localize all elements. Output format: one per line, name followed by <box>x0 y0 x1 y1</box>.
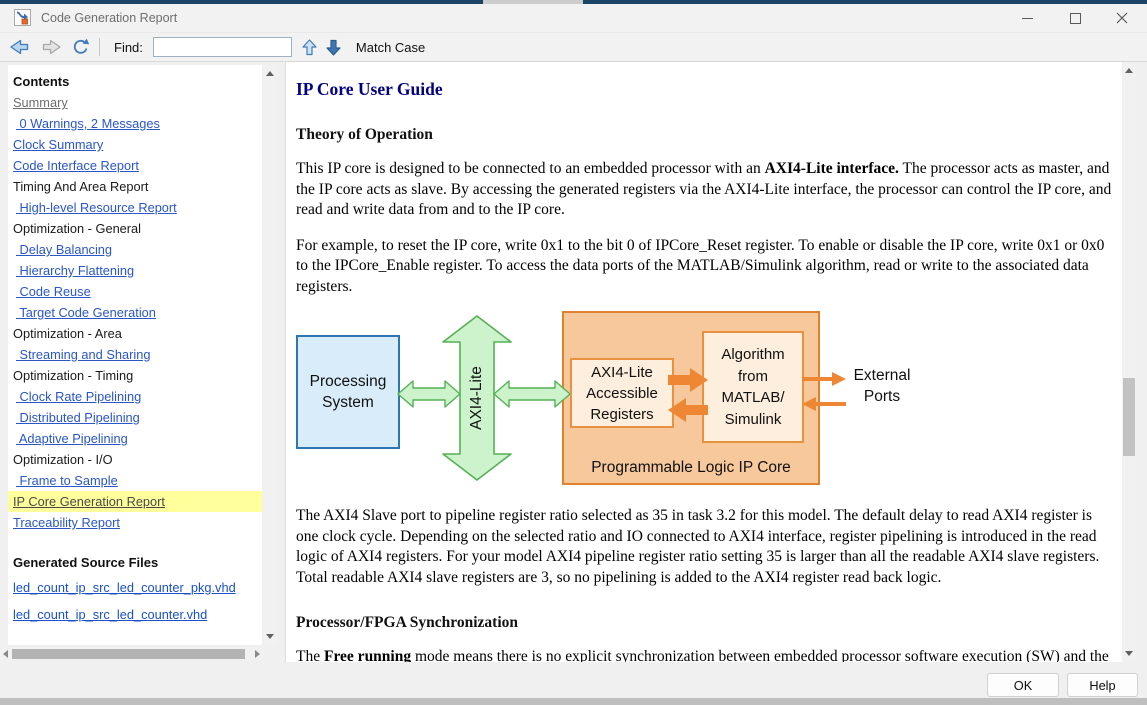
sidebar-horizontal-scrollbar[interactable] <box>0 647 263 661</box>
scroll-down-icon[interactable] <box>1125 651 1133 656</box>
paragraph: The Free running mode means there is no … <box>296 647 1114 662</box>
sidebar-files-list: led_count_ip_src_led_counter_pkg.vhdled_… <box>8 574 262 628</box>
horizontal-scroll-thumb[interactable] <box>12 649 245 659</box>
paragraph: For example, to reset the IP core, write… <box>296 236 1114 298</box>
sidebar-section-optimization-area: Optimization - Area <box>8 323 262 344</box>
scroll-up-icon[interactable] <box>1125 68 1133 73</box>
alg-to-reg-arrow <box>668 398 708 422</box>
axi4-lite-bus-label: AXI4-Lite <box>468 366 486 430</box>
find-previous-icon <box>301 38 318 57</box>
refresh-button[interactable] <box>71 38 91 56</box>
section-heading-theory: Theory of Operation <box>296 126 1114 144</box>
processing-system-box: Processing System <box>296 335 400 449</box>
external-in-arrow <box>802 397 846 411</box>
sidebar-item-adaptive-pipelining[interactable]: Adaptive Pipelining <box>8 428 262 449</box>
find-next-icon <box>325 38 342 57</box>
sidebar-item-distributed-pipelining[interactable]: Distributed Pipelining <box>8 407 262 428</box>
sidebar-item-streaming-and-sharing[interactable]: Streaming and Sharing <box>8 344 262 365</box>
help-button[interactable]: Help <box>1067 673 1138 697</box>
scroll-left-icon[interactable] <box>3 650 8 658</box>
find-previous-button[interactable] <box>301 38 318 57</box>
sidebar-item-traceability-report[interactable]: Traceability Report <box>8 512 262 533</box>
title-bar: Code Generation Report <box>0 4 1147 32</box>
external-out-arrow <box>802 372 846 386</box>
window-title: Code Generation Report <box>41 11 177 25</box>
back-icon <box>8 38 30 56</box>
refresh-icon <box>71 38 91 56</box>
contents-title: Contents <box>8 65 262 92</box>
axi-link-arrow-right <box>493 380 571 408</box>
paragraph: The AXI4 Slave port to pipeline register… <box>296 506 1114 588</box>
maximize-button[interactable] <box>1052 4 1098 32</box>
sidebar-item-clock-rate-pipelining[interactable]: Clock Rate Pipelining <box>8 386 262 407</box>
sidebar-item-0-warnings-2-messages[interactable]: 0 Warnings, 2 Messages <box>8 113 262 134</box>
content-vertical-scrollbar[interactable] <box>1122 62 1136 662</box>
close-icon <box>1116 12 1128 24</box>
sidebar-item-clock-summary[interactable]: Clock Summary <box>8 134 262 155</box>
find-next-button[interactable] <box>325 38 342 57</box>
sidebar-item-ip-core-generation-report[interactable]: IP Core Generation Report <box>8 491 262 512</box>
find-label: Find: <box>114 40 143 55</box>
sidebar-item-hierarchy-flattening[interactable]: Hierarchy Flattening <box>8 260 262 281</box>
toolbar-separator <box>99 38 100 56</box>
find-toolbar: Find: Match Case <box>0 32 1147 62</box>
forward-button[interactable] <box>41 38 63 56</box>
sidebar-contents-list: Summary 0 Warnings, 2 MessagesClock Summ… <box>8 92 262 533</box>
sidebar-vertical-scrollbar[interactable] <box>263 65 277 645</box>
sidebar-item-delay-balancing[interactable]: Delay Balancing <box>8 239 262 260</box>
scroll-down-icon[interactable] <box>266 634 274 639</box>
axi4-registers-box: AXI4-Lite Accessible Registers <box>570 358 674 428</box>
sidebar-section-optimization-i-o: Optimization - I/O <box>8 449 262 470</box>
generated-source-files-title: Generated Source Files <box>8 533 262 574</box>
vertical-scroll-thumb[interactable] <box>1123 378 1135 456</box>
external-ports-label: External Ports <box>844 365 920 407</box>
generated-file-link[interactable]: led_count_ip_src_led_counter.vhd <box>8 601 262 628</box>
sidebar-section-timing-and-area-report: Timing And Area Report <box>8 176 262 197</box>
paragraph: This IP core is designed to be connected… <box>296 159 1114 221</box>
section-heading-sync: Processor/FPGA Synchronization <box>296 614 1114 632</box>
report-content-pane: IP Core User Guide Theory of Operation T… <box>285 62 1122 662</box>
app-icon <box>14 9 31 26</box>
generated-file-link[interactable]: led_count_ip_src_led_counter_pkg.vhd <box>8 574 262 601</box>
minimize-icon <box>1022 13 1033 24</box>
forward-icon <box>41 38 63 56</box>
sidebar-item-code-interface-report[interactable]: Code Interface Report <box>8 155 262 176</box>
find-input[interactable] <box>153 37 292 57</box>
close-button[interactable] <box>1099 4 1145 32</box>
ok-button[interactable]: OK <box>987 673 1059 697</box>
match-case-toggle[interactable]: Match Case <box>356 40 425 55</box>
programmable-logic-label: Programmable Logic IP Core <box>564 459 818 477</box>
sidebar-item-high-level-resource-report[interactable]: High-level Resource Report <box>8 197 262 218</box>
scroll-up-icon[interactable] <box>266 71 274 76</box>
window-bottom-edge <box>0 698 1147 705</box>
sidebar-item-frame-to-sample[interactable]: Frame to Sample <box>8 470 262 491</box>
ip-core-architecture-diagram: Processing System AXI4-Lite Programmable… <box>296 309 1114 491</box>
back-button[interactable] <box>8 38 30 56</box>
algorithm-box: Algorithm from MATLAB/ Simulink <box>702 331 804 443</box>
maximize-icon <box>1070 13 1081 24</box>
bottom-button-bar: OK Help <box>0 662 1147 698</box>
sidebar-item-summary[interactable]: Summary <box>8 92 262 113</box>
sidebar-item-target-code-generation[interactable]: Target Code Generation <box>8 302 262 323</box>
contents-sidebar: Contents Summary 0 Warnings, 2 MessagesC… <box>8 65 262 645</box>
sidebar-section-optimization-general: Optimization - General <box>8 218 262 239</box>
scroll-right-icon[interactable] <box>255 650 260 658</box>
page-title: IP Core User Guide <box>296 79 1114 100</box>
minimize-button[interactable] <box>1004 4 1050 32</box>
sidebar-item-code-reuse[interactable]: Code Reuse <box>8 281 262 302</box>
reg-to-alg-arrow <box>668 368 708 392</box>
code-generation-report-window: Code Generation Report Find: Match C <box>0 0 1147 705</box>
sidebar-section-optimization-timing: Optimization - Timing <box>8 365 262 386</box>
